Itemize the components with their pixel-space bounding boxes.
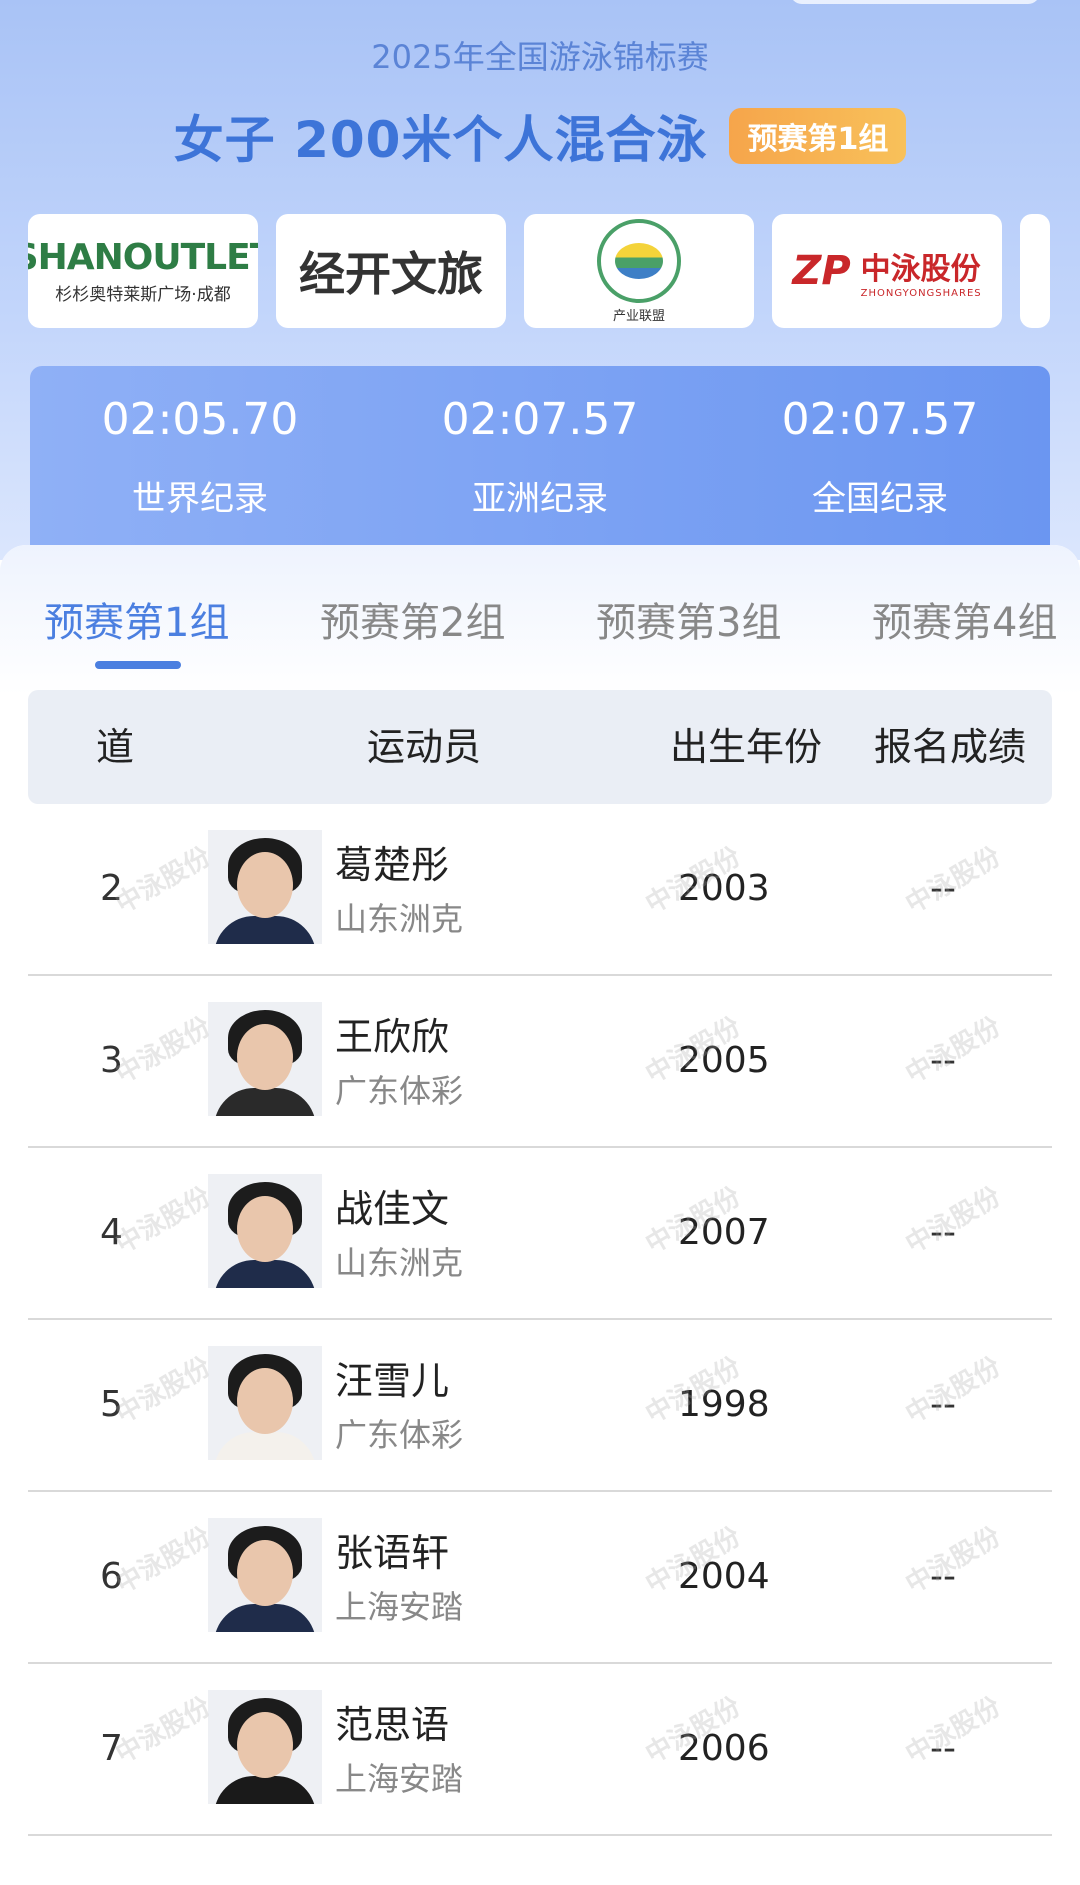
table-row[interactable]: 5 汪雪儿 广东体彩 1998 --: [28, 1320, 1052, 1492]
sponsor-alliance-caption: 产业联盟: [612, 308, 665, 324]
sponsor-jingkai[interactable]: 经开文旅: [276, 214, 506, 328]
sponsor-jingkai-logo: 经开文旅: [299, 247, 483, 301]
group-badge: 预赛第1组: [729, 108, 907, 164]
table-row[interactable]: 3 王欣欣 广东体彩 2005 --: [28, 976, 1052, 1148]
sponsor-alliance[interactable]: 产业联盟: [524, 214, 754, 328]
athlete-photo: [208, 1518, 322, 1632]
athlete-team: 山东洲克: [335, 900, 464, 938]
record-time: 02:07.57: [781, 394, 979, 445]
athlete-name: 张语轩: [335, 1531, 450, 1575]
athlete-team: 广东体彩: [335, 1416, 464, 1454]
athlete-photo: [208, 1002, 322, 1116]
sponsor-partial[interactable]: [1020, 214, 1050, 328]
event-subtitle: 2025年全国游泳锦标赛: [371, 38, 709, 76]
sponsor-zhongyong-en: ZHONGYONGSHARES: [860, 287, 982, 299]
sponsor-strip[interactable]: SHANOUTLET 杉杉奥特莱斯广场·成都 经开文旅 产业联盟 ZP 中泳股份…: [28, 214, 1050, 328]
table-row[interactable]: 4 战佳文 山东洲克 2007 --: [28, 1148, 1052, 1320]
table-header: 道 运动员 出生年份 报名成绩: [28, 690, 1052, 804]
tab-heat-1[interactable]: 预赛第1组: [44, 590, 229, 648]
records-card: 02:05.70 世界纪录 02:07.57 亚洲纪录 02:07.57 全国纪…: [30, 366, 1050, 556]
sponsor-zhongyong[interactable]: ZP 中泳股份 ZHONGYONGSHARES: [772, 214, 1002, 328]
col-birth-year: 出生年份: [670, 725, 823, 769]
tab-heat-2[interactable]: 预赛第2组: [320, 590, 505, 648]
athlete-name: 葛楚彤: [335, 843, 450, 887]
sponsor-shanoutlet[interactable]: SHANOUTLET 杉杉奥特莱斯广场·成都: [28, 214, 258, 328]
record-label: 世界纪录: [132, 479, 268, 519]
sponsor-shanoutlet-caption: 杉杉奥特莱斯广场·成都: [55, 285, 231, 305]
record-national: 02:07.57 全国纪录: [710, 366, 1050, 556]
record-world: 02:05.70 世界纪录: [30, 366, 370, 556]
col-lane: 道: [96, 725, 135, 769]
athlete-team: 上海安踏: [335, 1760, 464, 1798]
athlete-photo: [208, 1174, 322, 1288]
athlete-name: 战佳文: [335, 1187, 450, 1231]
results-table: 2 葛楚彤 山东洲克 2003 -- 3 王欣欣 广东体彩 2005 -- 4 …: [28, 804, 1052, 1836]
athlete-name: 王欣欣: [335, 1015, 450, 1059]
athlete-photo: [208, 1346, 322, 1460]
athlete-name: 范思语: [335, 1703, 450, 1747]
alliance-emblem-icon: [597, 218, 681, 303]
active-tab-indicator: [95, 661, 181, 669]
top-pill: [790, 0, 1040, 4]
group-tabs: 预赛第1组 预赛第2组 预赛第3组 预赛第4组: [0, 590, 1080, 650]
record-time: 02:07.57: [441, 394, 639, 445]
athlete-team: 上海安踏: [335, 1588, 464, 1626]
athlete-photo: [208, 830, 322, 944]
tab-heat-3[interactable]: 预赛第3组: [596, 590, 781, 648]
athlete-name: 汪雪儿: [335, 1359, 450, 1403]
athlete-photo: [208, 1690, 322, 1804]
record-asia: 02:07.57 亚洲纪录: [370, 366, 710, 556]
zhongyong-logo-icon: ZP: [792, 248, 851, 294]
table-row[interactable]: 6 张语轩 上海安踏 2004 --: [28, 1492, 1052, 1664]
record-time: 02:05.70: [101, 394, 299, 445]
title-row: 女子 200米个人混合泳 预赛第1组: [0, 100, 1080, 172]
col-entry-time: 报名成绩: [874, 725, 1027, 769]
table-row[interactable]: 7 范思语 上海安踏 2006 --: [28, 1664, 1052, 1836]
record-label: 亚洲纪录: [472, 479, 608, 519]
sponsor-shanoutlet-logo: SHANOUTLET: [28, 237, 258, 278]
col-athlete: 运动员: [367, 725, 482, 769]
athlete-team: 广东体彩: [335, 1072, 464, 1110]
tab-heat-4[interactable]: 预赛第4组: [872, 590, 1057, 648]
record-label: 全国纪录: [812, 479, 948, 519]
sponsor-zhongyong-name: 中泳股份: [860, 251, 981, 287]
event-title: 女子 200米个人混合泳: [173, 111, 708, 169]
athlete-team: 山东洲克: [335, 1244, 464, 1282]
